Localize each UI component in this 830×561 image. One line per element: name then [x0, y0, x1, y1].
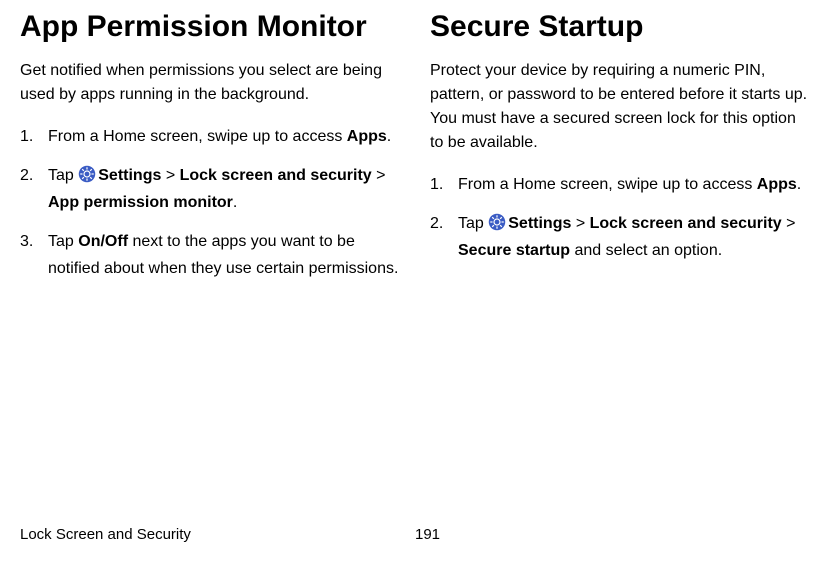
- step-text: .: [797, 176, 801, 193]
- left-column: App Permission Monitor Get notified when…: [20, 10, 400, 294]
- step-text: Tap: [48, 167, 78, 184]
- footer-section-name: Lock Screen and Security: [20, 526, 415, 543]
- step-text: Tap: [48, 233, 78, 250]
- intro-right: Protect your device by requiring a numer…: [430, 59, 810, 155]
- sep: >: [161, 167, 179, 184]
- apps-label: Apps: [347, 128, 387, 145]
- steps-right: From a Home screen, swipe up to access A…: [430, 171, 810, 265]
- step-3-left: Tap On/Off next to the apps you want to …: [20, 228, 400, 282]
- step-text: and select an option.: [570, 242, 722, 259]
- secure-startup-label: Secure startup: [458, 242, 570, 259]
- step-text: .: [387, 128, 391, 145]
- heading-app-permission-monitor: App Permission Monitor: [20, 10, 400, 45]
- sep: >: [782, 215, 796, 232]
- right-column: Secure Startup Protect your device by re…: [430, 10, 810, 294]
- settings-label: Settings: [508, 215, 571, 232]
- step-text: From a Home screen, swipe up to access: [458, 176, 757, 193]
- footer-page-number: 191: [415, 526, 810, 543]
- sep: >: [571, 215, 589, 232]
- step-2-right: Tap Settings > Lock screen and security …: [430, 210, 810, 264]
- on-off-label: On/Off: [78, 233, 128, 250]
- step-2-left: Tap Settings > Lock screen and security …: [20, 162, 400, 216]
- lock-screen-label: Lock screen and security: [180, 167, 372, 184]
- app-permission-monitor-label: App permission monitor: [48, 194, 233, 211]
- step-1-right: From a Home screen, swipe up to access A…: [430, 171, 810, 198]
- intro-left: Get notified when permissions you select…: [20, 59, 400, 107]
- lock-screen-label: Lock screen and security: [590, 215, 782, 232]
- step-1-left: From a Home screen, swipe up to access A…: [20, 123, 400, 150]
- footer: Lock Screen and Security 191: [20, 526, 810, 543]
- settings-icon: [78, 165, 96, 183]
- apps-label: Apps: [757, 176, 797, 193]
- heading-secure-startup: Secure Startup: [430, 10, 810, 45]
- settings-label: Settings: [98, 167, 161, 184]
- step-text: From a Home screen, swipe up to access: [48, 128, 347, 145]
- step-text: .: [233, 194, 237, 211]
- sep: >: [372, 167, 386, 184]
- settings-icon: [488, 213, 506, 231]
- steps-left: From a Home screen, swipe up to access A…: [20, 123, 400, 283]
- step-text: Tap: [458, 215, 488, 232]
